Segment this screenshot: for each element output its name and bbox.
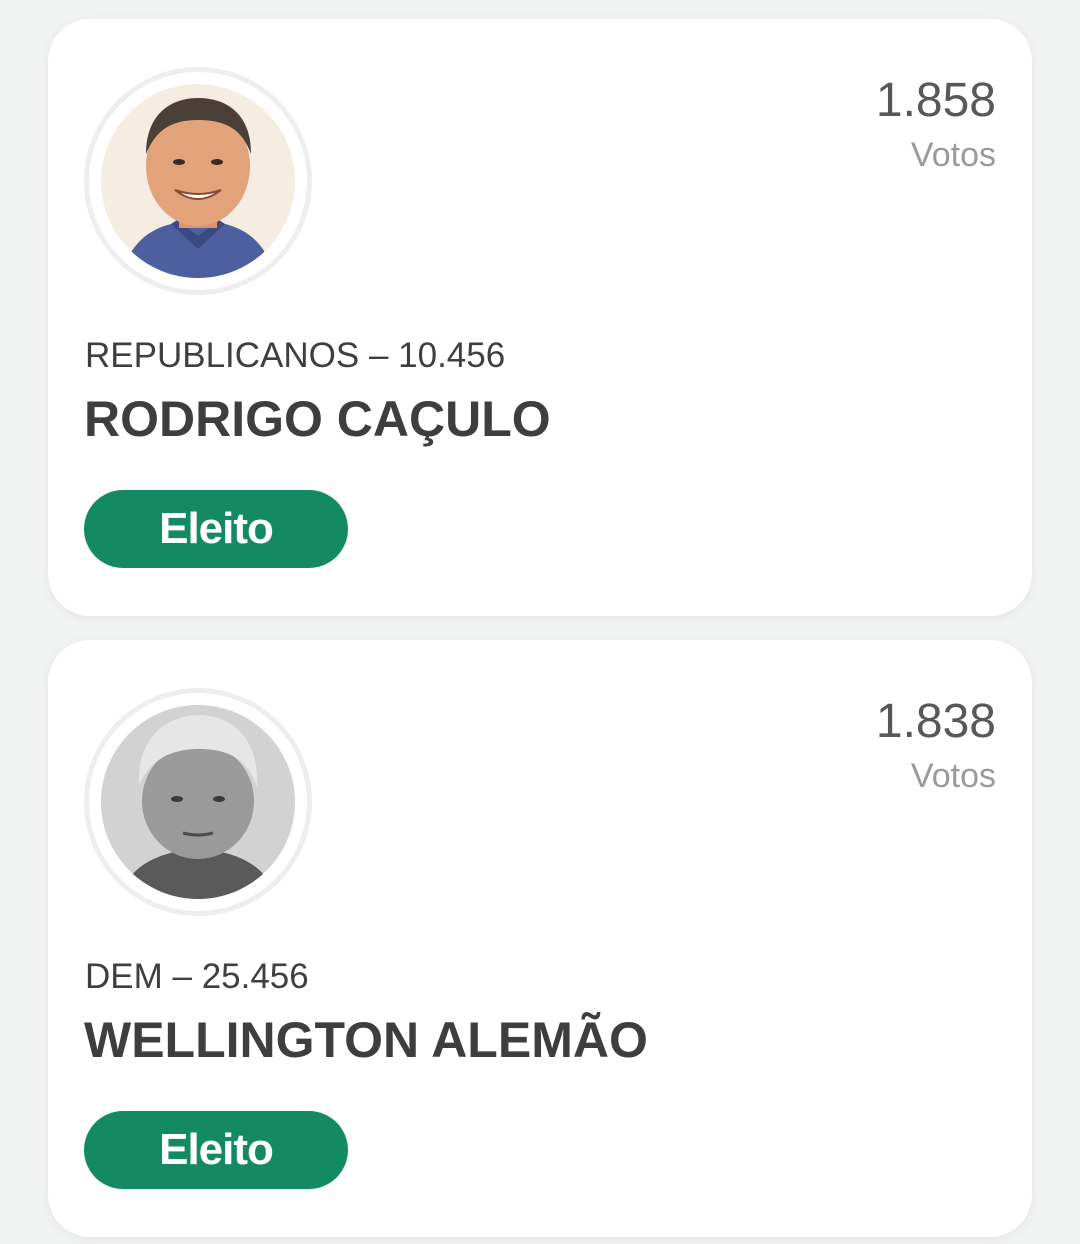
votes-label: Votos	[910, 757, 996, 795]
party-number: DEM – 25.456	[85, 957, 309, 996]
votes-block: 1.858 Votos	[876, 73, 996, 181]
avatar	[84, 67, 312, 295]
candidate-photo-icon	[101, 84, 295, 278]
votes-label: Votos	[910, 136, 996, 174]
results-page: 1.858 Votos REPUBLICANOS – 10.456 RODRIG…	[0, 0, 1080, 1244]
votes-block: 1.838 Votos	[876, 694, 996, 802]
candidate-name: WELLINGTON ALEMÃO	[84, 1012, 648, 1068]
avatar	[84, 688, 312, 916]
status-badge: Eleito	[84, 490, 348, 568]
party-number: REPUBLICANOS – 10.456	[85, 336, 506, 375]
votes-count: 1.838	[875, 695, 996, 748]
votes-count: 1.858	[875, 74, 996, 127]
candidate-card[interactable]: 1.858 Votos REPUBLICANOS – 10.456 RODRIG…	[48, 19, 1032, 616]
candidate-photo-icon	[101, 705, 295, 899]
candidate-name: RODRIGO CAÇULO	[84, 391, 551, 447]
status-badge: Eleito	[84, 1111, 348, 1189]
candidate-card[interactable]: 1.838 Votos DEM – 25.456 WELLINGTON ALEM…	[48, 640, 1032, 1237]
